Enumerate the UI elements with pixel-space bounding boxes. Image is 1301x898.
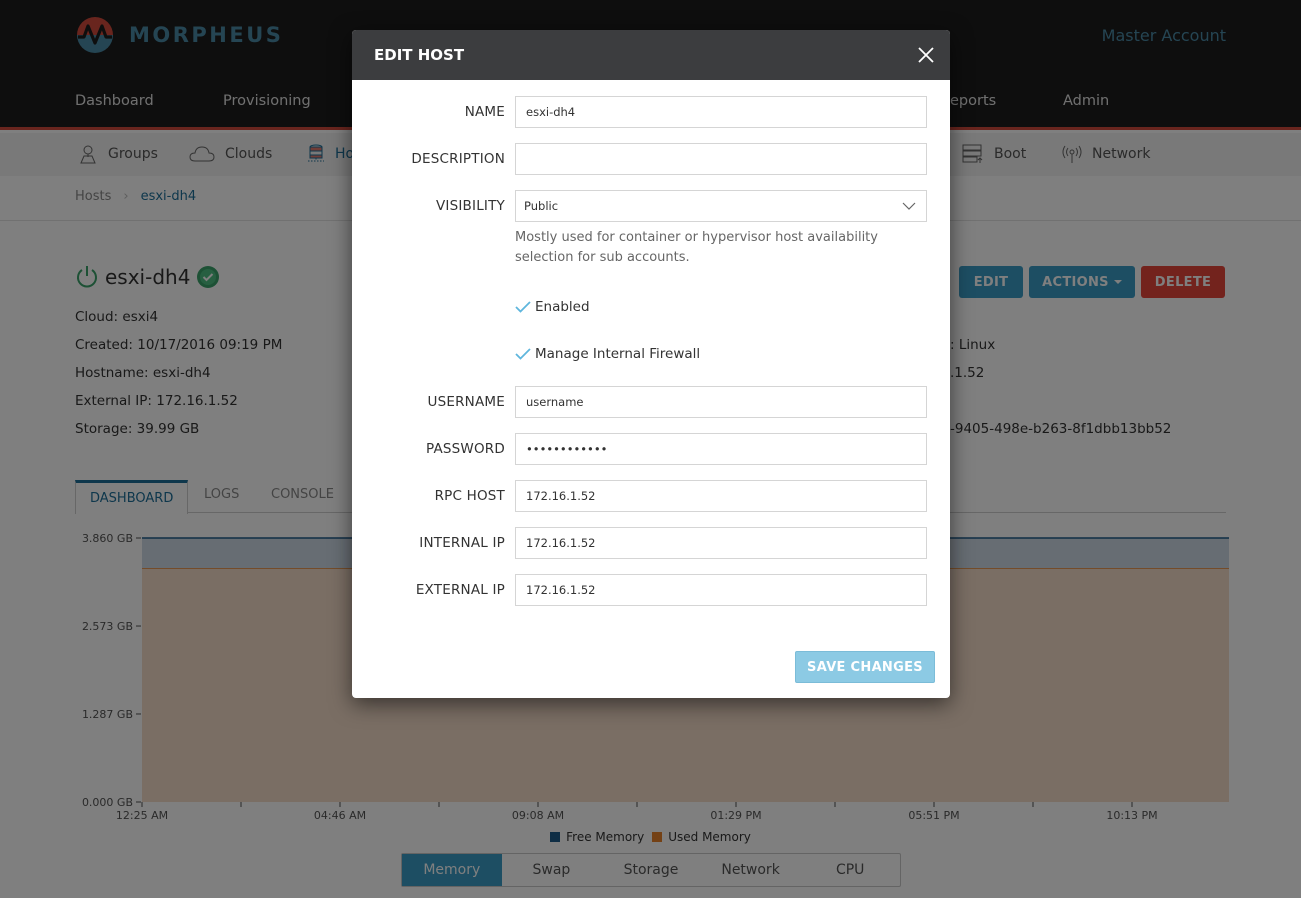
description-row: DESCRIPTION [352, 143, 950, 175]
rpc-host-row: RPC HOST [352, 480, 950, 512]
checkmark-icon [515, 301, 531, 313]
external-ip-label: EXTERNAL IP [415, 582, 505, 598]
username-label: USERNAME [427, 394, 505, 410]
modal-header: EDIT HOST [352, 30, 950, 80]
visibility-value: Public [524, 199, 559, 213]
internal-ip-label: INTERNAL IP [419, 535, 505, 551]
password-input[interactable] [515, 433, 927, 465]
modal-title: EDIT HOST [374, 46, 465, 64]
internal-ip-row: INTERNAL IP [352, 527, 950, 559]
password-row: PASSWORD [352, 433, 950, 465]
external-ip-input[interactable] [515, 574, 927, 606]
visibility-select[interactable]: Public [515, 190, 927, 222]
manage-firewall-checkbox[interactable]: Manage Internal Firewall [515, 346, 700, 362]
external-ip-row: EXTERNAL IP [352, 574, 950, 606]
rpc-host-label: RPC HOST [434, 488, 505, 504]
password-label: PASSWORD [425, 441, 505, 457]
name-label: NAME [464, 104, 505, 120]
name-row: NAME [352, 96, 950, 128]
close-icon[interactable] [916, 45, 936, 65]
edit-host-modal: EDIT HOST NAME DESCRIPTION VISIBILITY Pu… [352, 30, 950, 698]
rpc-host-input[interactable] [515, 480, 927, 512]
manage-firewall-label: Manage Internal Firewall [535, 346, 701, 362]
enabled-checkbox[interactable]: Enabled [515, 299, 590, 315]
internal-ip-input[interactable] [515, 527, 927, 559]
description-label: DESCRIPTION [411, 151, 505, 167]
username-input[interactable] [515, 386, 927, 418]
username-row: USERNAME [352, 386, 950, 418]
description-input[interactable] [515, 143, 927, 175]
visibility-label: VISIBILITY [435, 198, 505, 214]
enabled-label: Enabled [535, 299, 590, 315]
save-changes-button[interactable]: SAVE CHANGES [795, 651, 935, 683]
chevron-down-icon [902, 202, 916, 210]
checkmark-icon [515, 348, 531, 360]
visibility-help-text: Mostly used for container or hypervisor … [515, 230, 878, 265]
visibility-row: VISIBILITY Public [352, 190, 950, 222]
name-input[interactable] [515, 96, 927, 128]
